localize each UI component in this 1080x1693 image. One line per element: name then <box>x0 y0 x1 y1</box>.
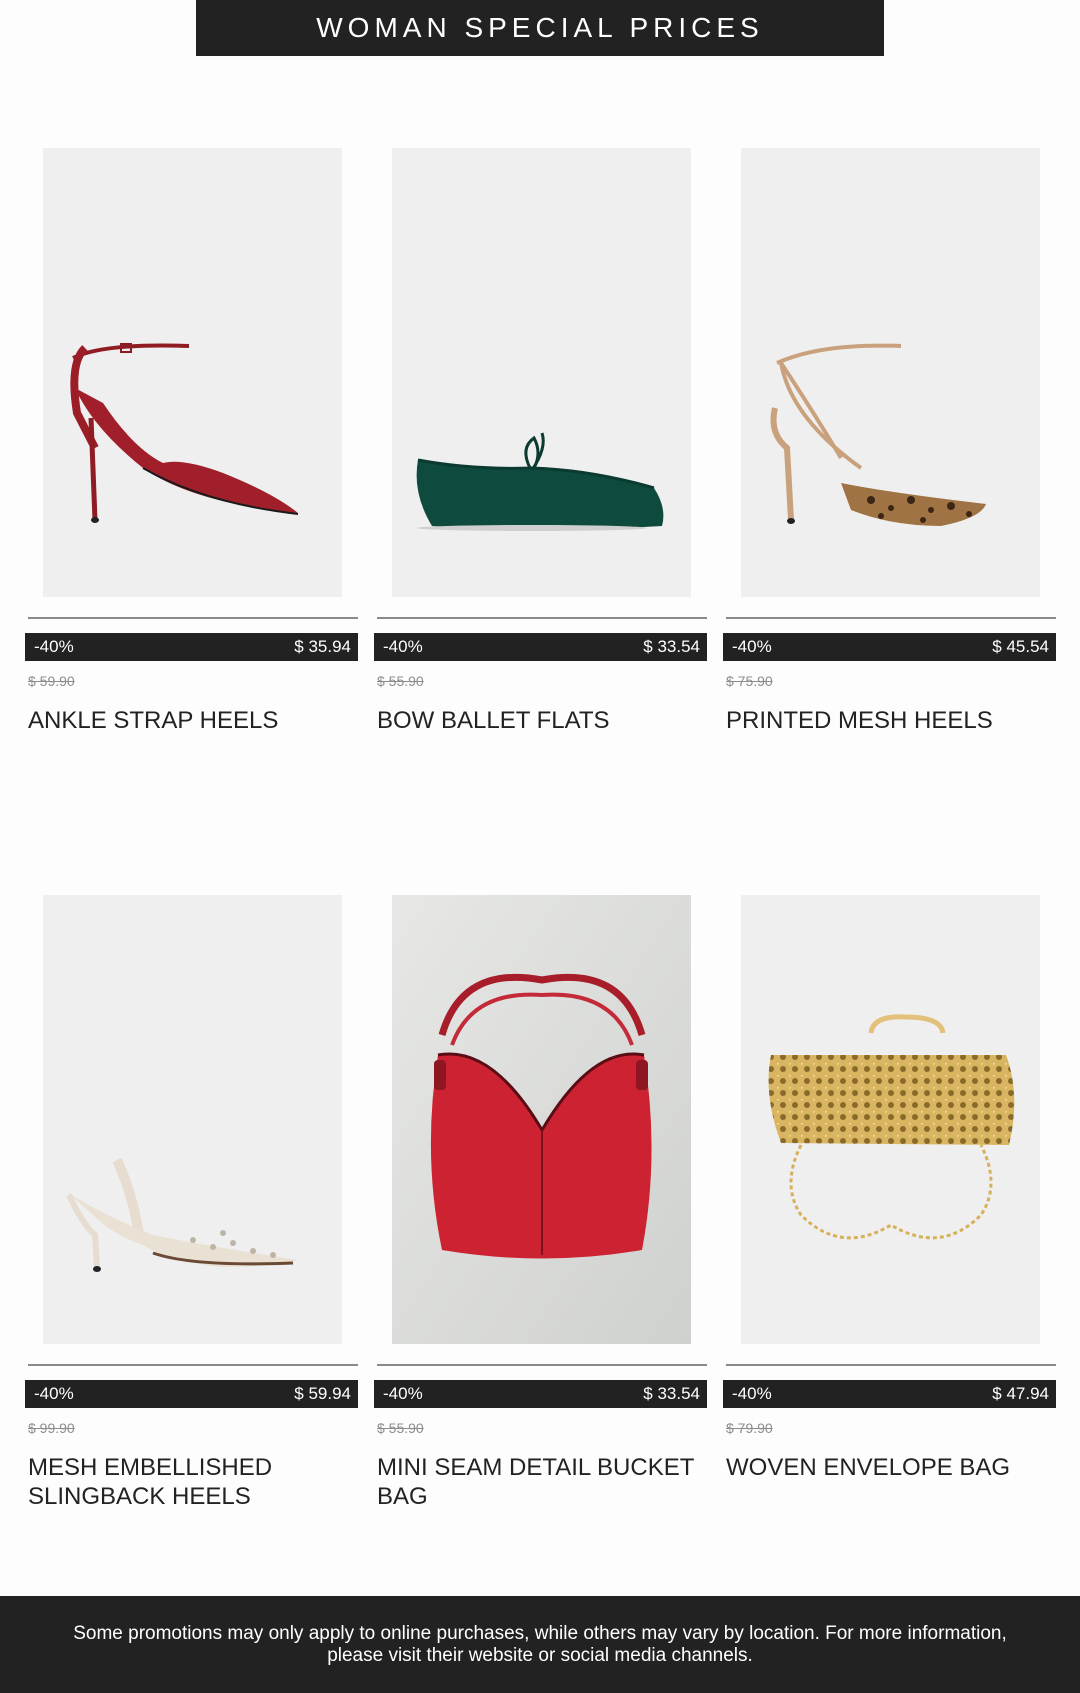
discount-badge: -40% <box>732 1384 772 1403</box>
discount-badge: -40% <box>34 637 74 656</box>
red-bag-image <box>392 895 691 1344</box>
discount-badge: -40% <box>732 637 772 656</box>
discount-badge: -40% <box>383 1384 423 1403</box>
disclaimer-footer: Some promotions may only apply to online… <box>0 1596 1080 1693</box>
product-image-red-heel[interactable] <box>43 148 342 597</box>
sale-price: $ 45.54 <box>992 637 1049 656</box>
price-bar: -40% $ 59.94 <box>25 1380 358 1408</box>
divider <box>726 1364 1056 1366</box>
divider <box>28 1364 358 1366</box>
divider <box>726 617 1056 619</box>
cream-slingback-image <box>43 895 342 1344</box>
sale-price: $ 59.94 <box>294 1384 351 1403</box>
promo-page: WOMAN SPECIAL PRICES -40% $ 35.94 $ 59.9… <box>0 0 1080 1693</box>
discount-badge: -40% <box>34 1384 74 1403</box>
original-price: $ 59.90 <box>28 673 75 689</box>
disclaimer-text: Some promotions may only apply to online… <box>73 1622 1007 1666</box>
product-image-gold-bag[interactable] <box>741 895 1040 1344</box>
original-price: $ 79.90 <box>726 1420 773 1436</box>
product-image-green-flat[interactable] <box>392 148 691 597</box>
green-flat-image <box>392 148 691 597</box>
original-price: $ 99.90 <box>28 1420 75 1436</box>
original-price: $ 75.90 <box>726 673 773 689</box>
divider <box>28 617 358 619</box>
discount-badge: -40% <box>383 637 423 656</box>
product-name[interactable]: WOVEN ENVELOPE BAG <box>726 1453 1056 1482</box>
product-name[interactable]: ANKLE STRAP HEELS <box>28 706 358 735</box>
product-name[interactable]: PRINTED MESH HEELS <box>726 706 1056 735</box>
product-name[interactable]: MESH EMBELLISHED SLINGBACK HEELS <box>28 1453 358 1511</box>
original-price: $ 55.90 <box>377 1420 424 1436</box>
product-image-leopard-heel[interactable] <box>741 148 1040 597</box>
product-name[interactable]: BOW BALLET FLATS <box>377 706 707 735</box>
sale-price: $ 47.94 <box>992 1384 1049 1403</box>
original-price: $ 55.90 <box>377 673 424 689</box>
divider <box>377 1364 707 1366</box>
price-bar: -40% $ 45.54 <box>723 633 1056 661</box>
leopard-heel-image <box>741 148 1040 597</box>
sale-price: $ 33.54 <box>643 637 700 656</box>
divider <box>377 617 707 619</box>
price-bar: -40% $ 35.94 <box>25 633 358 661</box>
product-image-cream-slingback[interactable] <box>43 895 342 1344</box>
price-bar: -40% $ 47.94 <box>723 1380 1056 1408</box>
page-title-banner: WOMAN SPECIAL PRICES <box>196 0 884 56</box>
page-title: WOMAN SPECIAL PRICES <box>316 12 764 43</box>
red-heel-image <box>43 148 342 597</box>
product-name[interactable]: MINI SEAM DETAIL BUCKET BAG <box>377 1453 707 1511</box>
price-bar: -40% $ 33.54 <box>374 633 707 661</box>
gold-bag-image <box>741 895 1040 1344</box>
price-bar: -40% $ 33.54 <box>374 1380 707 1408</box>
product-image-red-bag[interactable] <box>392 895 691 1344</box>
sale-price: $ 33.54 <box>643 1384 700 1403</box>
sale-price: $ 35.94 <box>294 637 351 656</box>
